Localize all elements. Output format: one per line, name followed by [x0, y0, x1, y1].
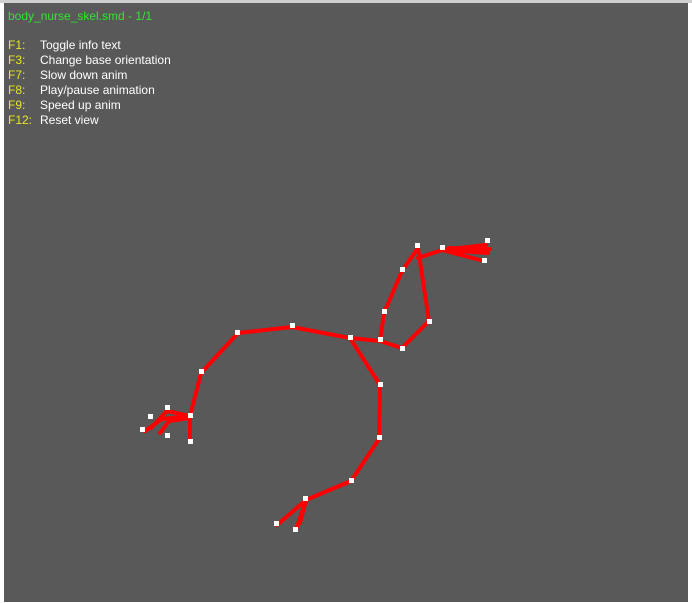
- help-key: F9:: [8, 98, 26, 112]
- joint-marker: [485, 238, 490, 243]
- joint-marker: [140, 427, 145, 432]
- help-action: Toggle info text: [40, 38, 121, 52]
- skeleton-joints: [140, 238, 490, 532]
- skeleton-viewport[interactable]: body_nurse_skel.smd - 1/1 F1: Toggle inf…: [4, 3, 688, 602]
- joint-marker: [400, 267, 405, 272]
- help-key: F12:: [8, 113, 33, 127]
- joint-marker: [378, 337, 383, 342]
- bone: [236, 325, 294, 335]
- bone: [143, 417, 164, 433]
- bone: [377, 383, 382, 441]
- joint-marker: [199, 369, 204, 374]
- joint-marker: [349, 478, 354, 483]
- joint-marker: [165, 405, 170, 410]
- joint-marker: [400, 346, 405, 351]
- bone: [447, 246, 492, 251]
- joint-marker: [377, 435, 382, 440]
- bone: [416, 248, 444, 260]
- joint-marker: [303, 496, 308, 501]
- help-action: Reset view: [40, 113, 99, 127]
- joint-marker: [165, 433, 170, 438]
- bone: [188, 371, 203, 418]
- joint-marker: [415, 243, 420, 248]
- joint-marker: [427, 319, 432, 324]
- joint-marker: [440, 245, 445, 250]
- help-action: Slow down anim: [40, 68, 128, 82]
- joint-marker: [293, 527, 298, 532]
- bone: [348, 336, 382, 387]
- bone: [158, 419, 171, 435]
- joint-marker: [274, 521, 279, 526]
- bone: [378, 311, 386, 343]
- help-action: Speed up anim: [40, 98, 121, 112]
- joint-marker: [188, 439, 193, 444]
- joint-marker: [290, 323, 295, 328]
- bone: [382, 269, 404, 315]
- joint-marker: [382, 309, 387, 314]
- bone: [378, 339, 404, 350]
- joint-marker: [235, 330, 240, 335]
- joint-marker: [148, 414, 153, 419]
- joint-marker: [348, 335, 353, 340]
- bone: [349, 437, 381, 483]
- bone: [304, 479, 353, 502]
- help-key: F1:: [8, 38, 26, 52]
- help-action: Change base orientation: [40, 53, 171, 67]
- joint-marker: [482, 258, 487, 263]
- joint-marker: [378, 382, 383, 387]
- bone: [348, 336, 382, 343]
- model-title: body_nurse_skel.smd - 1/1: [8, 9, 153, 23]
- help-key: F8:: [8, 83, 26, 97]
- help-key: F7:: [8, 68, 26, 82]
- bone: [290, 325, 352, 340]
- skeleton-bones: [143, 243, 492, 532]
- help-key: F3:: [8, 53, 26, 67]
- joint-marker: [188, 413, 193, 418]
- bone: [199, 331, 240, 375]
- help-action: Play/pause animation: [40, 83, 155, 97]
- bone: [400, 319, 431, 350]
